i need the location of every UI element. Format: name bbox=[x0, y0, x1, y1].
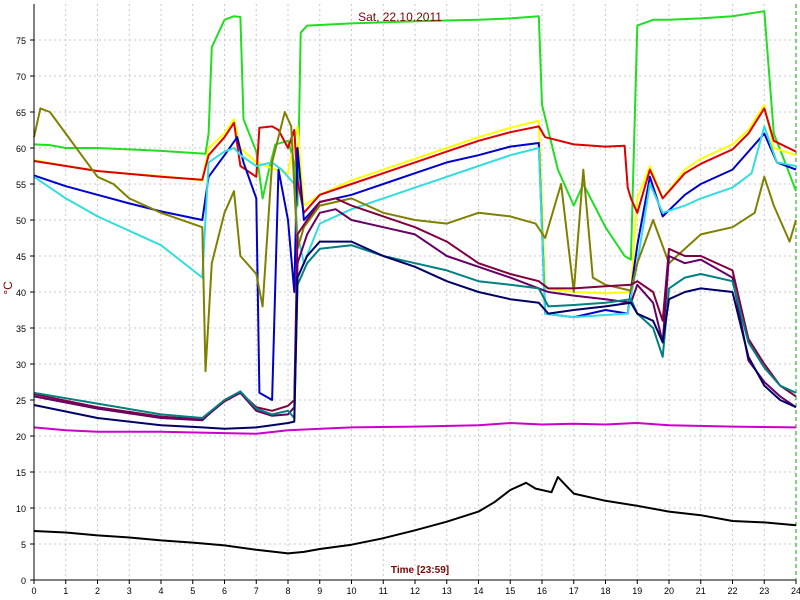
x-tick-label: 0 bbox=[31, 586, 36, 596]
x-tick-label: 19 bbox=[632, 586, 642, 596]
x-tick-label: 15 bbox=[505, 586, 515, 596]
x-tick-label: 3 bbox=[127, 586, 132, 596]
x-tick-label: 24 bbox=[791, 586, 800, 596]
x-tick-label: 17 bbox=[569, 586, 579, 596]
y-tick-label: 40 bbox=[16, 288, 26, 298]
y-tick-label: 65 bbox=[16, 108, 26, 118]
x-tick-label: 23 bbox=[759, 586, 769, 596]
x-tick-label: 8 bbox=[285, 586, 290, 596]
y-tick-label: 5 bbox=[21, 540, 26, 550]
x-tick-label: 11 bbox=[379, 586, 388, 596]
x-tick-label: 22 bbox=[727, 586, 737, 596]
x-tick-label: 16 bbox=[537, 586, 547, 596]
y-tick-label: 70 bbox=[16, 72, 26, 82]
x-tick-label: 14 bbox=[473, 586, 483, 596]
y-tick-label: 75 bbox=[16, 36, 26, 46]
y-tick-label: 0 bbox=[21, 576, 26, 586]
y-tick-label: 55 bbox=[16, 180, 26, 190]
y-tick-label: 10 bbox=[16, 504, 26, 514]
x-tick-label: 21 bbox=[696, 586, 706, 596]
x-tick-label: 9 bbox=[317, 586, 322, 596]
x-tick-label: 7 bbox=[254, 586, 259, 596]
x-tick-label: 10 bbox=[346, 586, 356, 596]
y-tick-label: 25 bbox=[16, 396, 26, 406]
x-tick-label: 4 bbox=[158, 586, 163, 596]
x-axis-label: Time [23:59] bbox=[391, 565, 449, 576]
x-tick-label: 2 bbox=[95, 586, 100, 596]
x-tick-label: 18 bbox=[600, 586, 610, 596]
x-tick-label: 5 bbox=[190, 586, 195, 596]
line-chart: 0510152025303540455055606570750 1 2 3 4 5 6 7 8 9… bbox=[0, 0, 800, 600]
y-tick-label: 30 bbox=[16, 360, 26, 370]
y-tick-label: 45 bbox=[16, 252, 26, 262]
x-tick-label: 20 bbox=[664, 586, 674, 596]
y-axis-label: °C bbox=[1, 281, 15, 295]
chart-title: Sat, 22.10.2011 bbox=[358, 10, 442, 24]
y-tick-label: 50 bbox=[16, 216, 26, 226]
y-tick-label: 35 bbox=[16, 324, 26, 334]
y-tick-label: 20 bbox=[16, 432, 26, 442]
x-tick-label: 13 bbox=[442, 586, 452, 596]
x-tick-label: 1 bbox=[63, 586, 68, 596]
y-tick-label: 60 bbox=[16, 144, 26, 154]
plot-background bbox=[0, 0, 800, 600]
x-tick-label: 6 bbox=[222, 586, 227, 596]
x-tick-label: 12 bbox=[410, 586, 420, 596]
y-tick-label: 15 bbox=[16, 468, 26, 478]
